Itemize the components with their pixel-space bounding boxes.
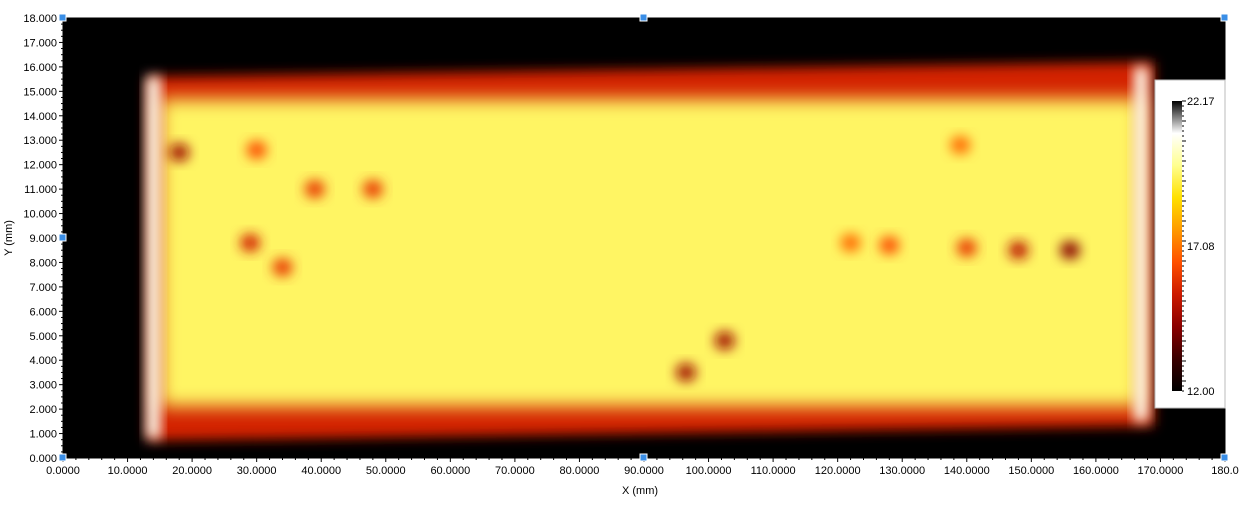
y-tick-label: 7.000 [29, 282, 57, 294]
colorbar-label: 12.00 [1187, 386, 1215, 398]
feature-9 [879, 236, 900, 255]
y-tick-label: 14.000 [23, 111, 57, 123]
colorbar-label: 22.17 [1187, 96, 1215, 108]
heatmap-svg: 0.0000 10.0000 20.0000 30.0000 40.0000 50.000… [3, 13, 1239, 497]
resize-handle[interactable] [639, 13, 648, 22]
x-tick-label: 10.0000 [108, 465, 148, 477]
feature-7 [714, 331, 735, 350]
y-tick-label: 8.000 [29, 257, 57, 269]
feature-2 [304, 180, 325, 199]
feature-12 [1060, 241, 1081, 260]
x-tick-label: 180.0 [1211, 465, 1239, 477]
hot-edge-1 [1134, 66, 1149, 422]
x-tick-label: 70.0000 [495, 465, 535, 477]
x-tick-label: 20.0000 [172, 465, 212, 477]
feature-4 [240, 233, 261, 252]
x-tick-label: 100.0000 [686, 465, 732, 477]
y-tick-label: 13.000 [23, 135, 57, 147]
x-tick-label: 160.0000 [1073, 465, 1119, 477]
hot-edge-0 [146, 76, 161, 439]
x-tick-label: 140.0000 [944, 465, 990, 477]
x-tick-label: 80.0000 [560, 465, 600, 477]
y-tick-label: 12.000 [23, 160, 57, 172]
x-tick-label: 120.0000 [815, 465, 861, 477]
y-tick-label: 2.000 [29, 404, 57, 416]
x-tick-label: 170.0000 [1137, 465, 1183, 477]
y-tick-label: 11.000 [24, 184, 57, 196]
sample-core [159, 98, 1142, 407]
y-tick-label: 1.000 [29, 429, 57, 441]
heatmap-chart: 0.0000 10.0000 20.0000 30.0000 40.0000 50.000… [0, 0, 1249, 505]
y-tick-label: 3.000 [29, 380, 57, 392]
y-tick-label: 9.000 [29, 233, 57, 245]
feature-10 [956, 238, 977, 257]
colorbar: 22.17 17.08 12.00 [1154, 79, 1226, 409]
resize-handle[interactable] [639, 453, 648, 462]
resize-handle[interactable] [58, 233, 67, 242]
x-tick-label: 0.0000 [46, 465, 80, 477]
feature-6 [675, 363, 696, 382]
x-tick-label: 110.0000 [751, 465, 796, 477]
x-tick-label: 130.0000 [879, 465, 925, 477]
y-tick-label: 17.000 [23, 37, 57, 49]
feature-11 [1008, 241, 1029, 260]
x-tick-label: 40.0000 [301, 465, 341, 477]
x-tick-label: 50.0000 [366, 465, 406, 477]
feature-0 [169, 143, 190, 162]
feature-8 [840, 233, 861, 252]
colorbar-label: 17.08 [1187, 241, 1215, 253]
x-tick-label: 30.0000 [237, 465, 277, 477]
x-tick-label: 150.0000 [1008, 465, 1054, 477]
x-tick-label: 90.0000 [624, 465, 664, 477]
y-tick-label: 10.000 [23, 209, 57, 221]
feature-1 [246, 141, 267, 159]
x-tick-label: 60.0000 [430, 465, 470, 477]
y-tick-label: 5.000 [29, 331, 57, 343]
x-axis-label: X (mm) [622, 485, 658, 497]
y-tick-label: 0.000 [29, 453, 57, 465]
colorbar-gradient [1172, 101, 1182, 391]
y-axis-label: Y (mm) [3, 220, 15, 256]
resize-handle[interactable] [58, 13, 67, 22]
feature-13 [950, 136, 971, 155]
y-tick-label: 18.000 [23, 13, 57, 25]
plot-area [63, 18, 1225, 458]
y-tick-label: 16.000 [23, 62, 57, 74]
y-tick-label: 4.000 [29, 355, 57, 367]
resize-handle[interactable] [58, 453, 67, 462]
feature-5 [272, 258, 293, 277]
feature-3 [362, 180, 383, 199]
resize-handle[interactable] [1220, 453, 1229, 462]
resize-handle[interactable] [1220, 13, 1229, 22]
y-tick-label: 15.000 [23, 86, 57, 98]
y-tick-label: 6.000 [29, 306, 57, 318]
